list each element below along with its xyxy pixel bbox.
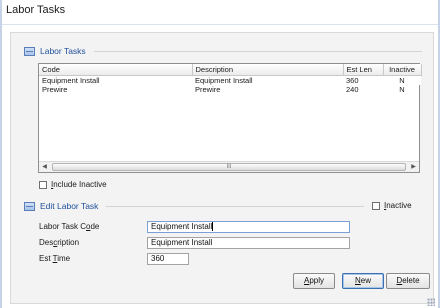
include-inactive-checkbox[interactable]	[39, 180, 47, 189]
edit-labor-task-section-title: Edit Labor Task	[40, 201, 99, 211]
table-row[interactable]: Equipment Install Equipment Install 360 …	[39, 75, 421, 85]
edit-form-icon	[24, 201, 35, 211]
cell-est-len: 360	[343, 75, 383, 85]
labor-task-code-input[interactable]: Equipment Install	[147, 221, 350, 233]
cell-description: Equipment Install	[192, 75, 343, 85]
section-divider	[93, 50, 422, 52]
inactive-label: Inactive	[384, 201, 412, 210]
cell-code: Prewire	[42, 84, 68, 94]
description-input[interactable]: Equipment Install	[147, 237, 350, 249]
scroll-right-icon[interactable]: ▶	[408, 162, 419, 172]
cell-est-len: 240	[346, 84, 359, 94]
table-row[interactable]: Prewire Prewire 240 N	[39, 85, 421, 94]
scroll-left-icon[interactable]: ◀	[39, 162, 50, 172]
est-time-input[interactable]: 360	[147, 253, 189, 265]
column-header-description[interactable]: Description	[192, 64, 344, 76]
delete-button[interactable]: Delete	[386, 273, 430, 289]
labor-task-code-label: Labor Task Code	[39, 222, 100, 231]
scroll-grip: III	[226, 164, 232, 170]
window-title: Labor Tasks	[6, 4, 66, 16]
inactive-option[interactable]: Inactive	[372, 201, 412, 210]
est-time-label: Est Time	[39, 254, 71, 263]
text-caret	[212, 222, 214, 232]
cell-description: Prewire	[195, 84, 221, 94]
include-inactive-label: Include Inactive	[51, 180, 107, 189]
labor-tasks-section-header: Labor Tasks	[24, 46, 422, 56]
list-icon	[24, 46, 35, 56]
column-header-inactive[interactable]: Inactive	[383, 64, 422, 76]
scrollbar-thumb[interactable]: III	[52, 163, 406, 171]
section-divider	[106, 205, 364, 207]
horizontal-scrollbar[interactable]: ◀ III ▶	[39, 161, 419, 172]
new-button[interactable]: New	[342, 273, 384, 289]
cell-inactive: N	[399, 84, 405, 94]
resize-grip-icon[interactable]	[427, 298, 435, 306]
cell-inactive: N	[383, 75, 421, 85]
description-label: Description	[39, 238, 80, 247]
labor-tasks-grid[interactable]: Code Description Est Len Inactive Equipm…	[38, 63, 422, 173]
apply-button[interactable]: Apply	[293, 273, 335, 289]
table-header-row: Code Description Est Len Inactive	[39, 64, 422, 76]
labor-tasks-table: Code Description Est Len Inactive Equipm…	[39, 64, 422, 94]
column-header-code[interactable]: Code	[39, 64, 193, 76]
labor-tasks-section-title: Labor Tasks	[40, 46, 86, 56]
column-header-est-len[interactable]: Est Len	[343, 64, 384, 76]
cell-code: Equipment Install	[39, 75, 192, 85]
edit-labor-task-section-header: Edit Labor Task	[24, 201, 364, 211]
inactive-checkbox[interactable]	[372, 201, 380, 210]
title-divider	[2, 24, 438, 25]
include-inactive-option[interactable]: Include Inactive	[39, 180, 107, 189]
window-frame: Labor Tasks Labor Tasks Code Description…	[0, 0, 440, 308]
